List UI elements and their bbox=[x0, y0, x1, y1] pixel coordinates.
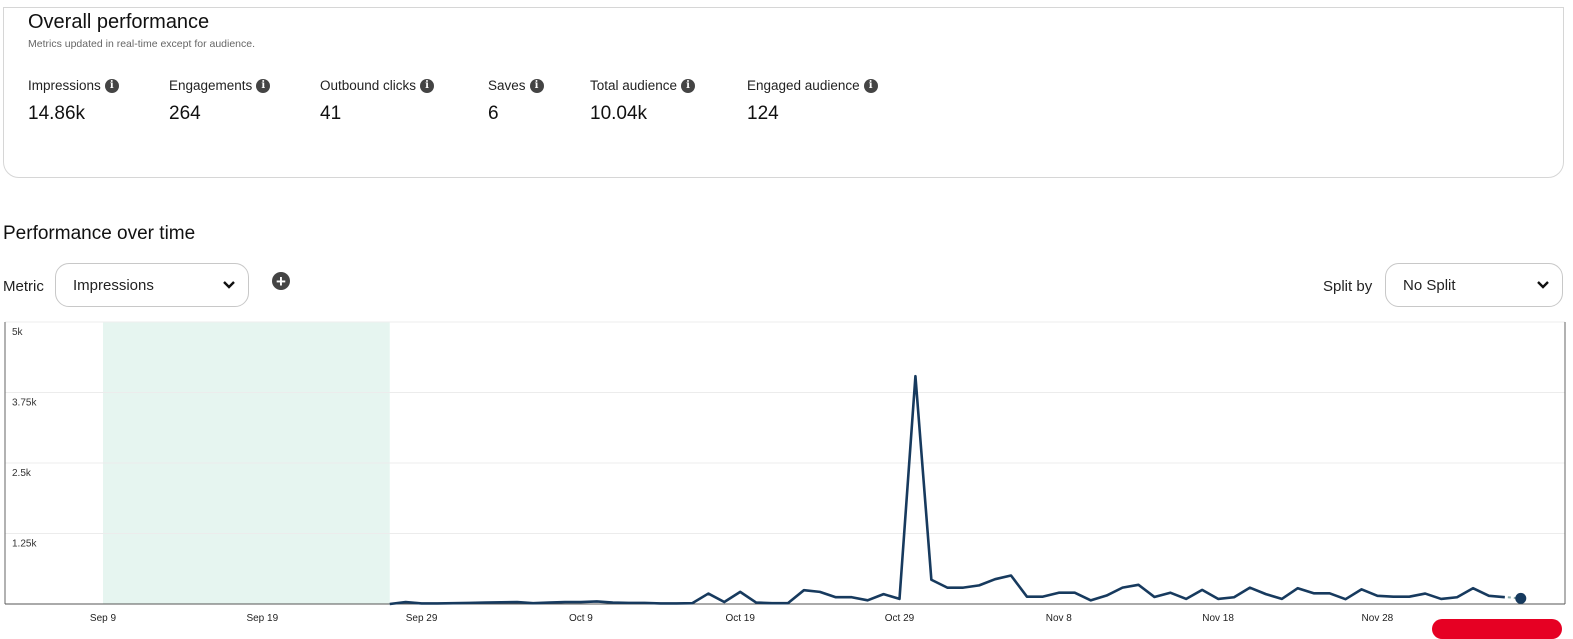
metric-value: 264 bbox=[169, 103, 201, 124]
info-icon[interactable]: i bbox=[863, 78, 878, 93]
x-tick-label: Nov 28 bbox=[1362, 613, 1394, 624]
overall-performance-card: Overall performance Metrics updated in r… bbox=[3, 7, 1564, 178]
metric-engagements: Engagements i 264 bbox=[169, 78, 271, 125]
info-icon[interactable]: i bbox=[420, 78, 435, 93]
metric-label: Total audience i bbox=[590, 78, 696, 93]
card-subtitle: Metrics updated in real-time except for … bbox=[28, 38, 256, 50]
metric-dropdown-value: Impressions bbox=[73, 276, 154, 294]
x-tick-label: Sep 19 bbox=[246, 613, 278, 624]
metric-name: Outbound clicks bbox=[320, 78, 417, 93]
y-tick-label: 1.25k bbox=[12, 539, 37, 550]
split-by-label: Split by bbox=[1323, 278, 1373, 295]
metric-label: Metric bbox=[3, 278, 44, 295]
metric-name: Engaged audience bbox=[747, 78, 860, 93]
latest-data-point bbox=[1515, 592, 1527, 604]
x-tick-label: Oct 29 bbox=[885, 613, 915, 624]
metric-saves: Saves i 6 bbox=[488, 78, 544, 125]
metric-label: Saves i bbox=[488, 78, 544, 93]
x-tick-label: Oct 19 bbox=[725, 613, 755, 624]
impressions-line-chart: 5k 3.75k 2.5k 1.25k Sep 9 Sep 19 Sep 29 Oct 9 Oc… bbox=[4, 321, 1566, 624]
y-tick-label: 5k bbox=[12, 327, 24, 338]
metric-value: 124 bbox=[747, 103, 779, 124]
section-title: Performance over time bbox=[3, 223, 196, 244]
chevron-down-icon bbox=[223, 281, 235, 289]
y-tick-label: 2.5k bbox=[12, 468, 32, 479]
metric-label: Outbound clicks i bbox=[320, 78, 435, 93]
metric-name: Saves bbox=[488, 78, 526, 93]
metric-value: 10.04k bbox=[590, 103, 648, 124]
info-icon[interactable]: i bbox=[681, 78, 696, 93]
metric-engaged-audience: Engaged audience i 124 bbox=[747, 78, 878, 125]
chevron-down-icon bbox=[1537, 281, 1549, 289]
card-title: Overall performance bbox=[28, 11, 210, 33]
metric-label: Engaged audience i bbox=[747, 78, 878, 93]
x-tick-label: Nov 8 bbox=[1046, 613, 1073, 624]
metric-value: 14.86k bbox=[28, 103, 86, 124]
info-icon[interactable]: i bbox=[256, 78, 271, 93]
metric-outbound-clicks: Outbound clicks i 41 bbox=[320, 78, 435, 125]
metric-name: Total audience bbox=[590, 78, 678, 93]
info-icon[interactable]: i bbox=[529, 78, 544, 93]
metric-value: 41 bbox=[320, 103, 342, 124]
metric-label: Engagements i bbox=[169, 78, 271, 93]
action-button[interactable] bbox=[1432, 619, 1562, 639]
y-tick-label: 3.75k bbox=[12, 398, 37, 409]
metric-name: Impressions bbox=[28, 78, 101, 93]
metric-name: Engagements bbox=[169, 78, 253, 93]
metric-dropdown[interactable]: Impressions bbox=[55, 263, 249, 307]
split-by-dropdown[interactable]: No Split bbox=[1385, 263, 1563, 307]
metric-value: 6 bbox=[488, 103, 499, 124]
add-metric-button[interactable]: + bbox=[272, 272, 290, 290]
x-tick-label: Nov 18 bbox=[1202, 613, 1234, 624]
impressions-series-line bbox=[389, 374, 1505, 606]
metric-label: Impressions i bbox=[28, 78, 119, 93]
x-tick-label: Sep 9 bbox=[90, 613, 117, 624]
metric-impressions: Impressions i 14.86k bbox=[28, 78, 119, 125]
plus-circle-icon: + bbox=[276, 271, 286, 291]
info-icon[interactable]: i bbox=[104, 78, 119, 93]
split-by-dropdown-value: No Split bbox=[1403, 276, 1456, 294]
x-tick-label: Oct 9 bbox=[569, 613, 593, 624]
metric-total-audience: Total audience i 10.04k bbox=[590, 78, 696, 125]
x-tick-label: Sep 29 bbox=[406, 613, 438, 624]
